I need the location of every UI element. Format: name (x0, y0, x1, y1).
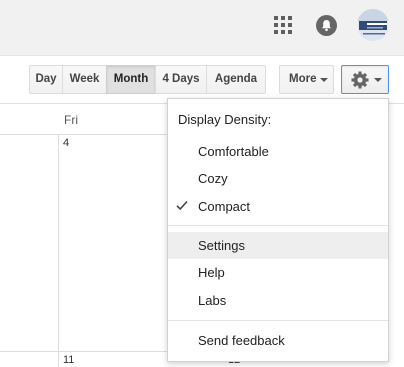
menu-item-label: Labs (198, 293, 227, 308)
date-number[interactable]: 4 (63, 137, 69, 149)
gear-icon (351, 71, 369, 89)
help-item[interactable]: Help (168, 259, 388, 286)
settings-menu: Display Density: Comfortable Cozy Compac… (167, 98, 389, 362)
menu-item-label: Compact (198, 199, 251, 214)
chevron-down-icon (374, 78, 382, 82)
top-bar (0, 0, 404, 55)
labs-item[interactable]: Labs (168, 287, 388, 314)
month-view-button[interactable]: Month (106, 65, 156, 94)
view-switcher: Day Week Month 4 Days Agenda (29, 65, 266, 94)
agenda-view-button[interactable]: Agenda (206, 65, 266, 94)
menu-item-label: Settings (198, 238, 245, 253)
density-compact-item[interactable]: Compact (168, 193, 388, 220)
day-view-button[interactable]: Day (29, 65, 63, 94)
menu-item-label: Help (198, 265, 225, 280)
menu-divider (168, 320, 388, 321)
settings-button[interactable] (341, 65, 389, 94)
send-feedback-item[interactable]: Send feedback (168, 327, 388, 354)
menu-item-label: Send feedback (198, 333, 285, 348)
avatar[interactable] (357, 9, 389, 41)
more-button-label: More (289, 73, 317, 85)
day-header-fri: Fri (64, 113, 78, 127)
date-number[interactable]: 11 (63, 354, 74, 366)
week-row-divider (0, 351, 170, 352)
week-view-button[interactable]: Week (62, 65, 107, 94)
density-comfortable-item[interactable]: Comfortable (168, 138, 388, 165)
chevron-down-icon (320, 78, 328, 82)
display-density-header: Display Density: (178, 112, 272, 127)
header-divider (0, 134, 170, 135)
apps-grid-icon[interactable] (274, 16, 292, 34)
menu-divider (168, 225, 388, 226)
checkmark-icon (176, 200, 188, 211)
topbar-divider (0, 55, 404, 56)
more-button[interactable]: More (279, 65, 334, 94)
four-days-view-button[interactable]: 4 Days (155, 65, 207, 94)
settings-item[interactable]: Settings (168, 232, 388, 259)
menu-item-label: Comfortable (198, 144, 269, 159)
density-cozy-item[interactable]: Cozy (168, 165, 388, 192)
day-column-divider (58, 134, 59, 367)
menu-item-label: Cozy (198, 171, 228, 186)
bell-icon[interactable] (316, 15, 337, 36)
